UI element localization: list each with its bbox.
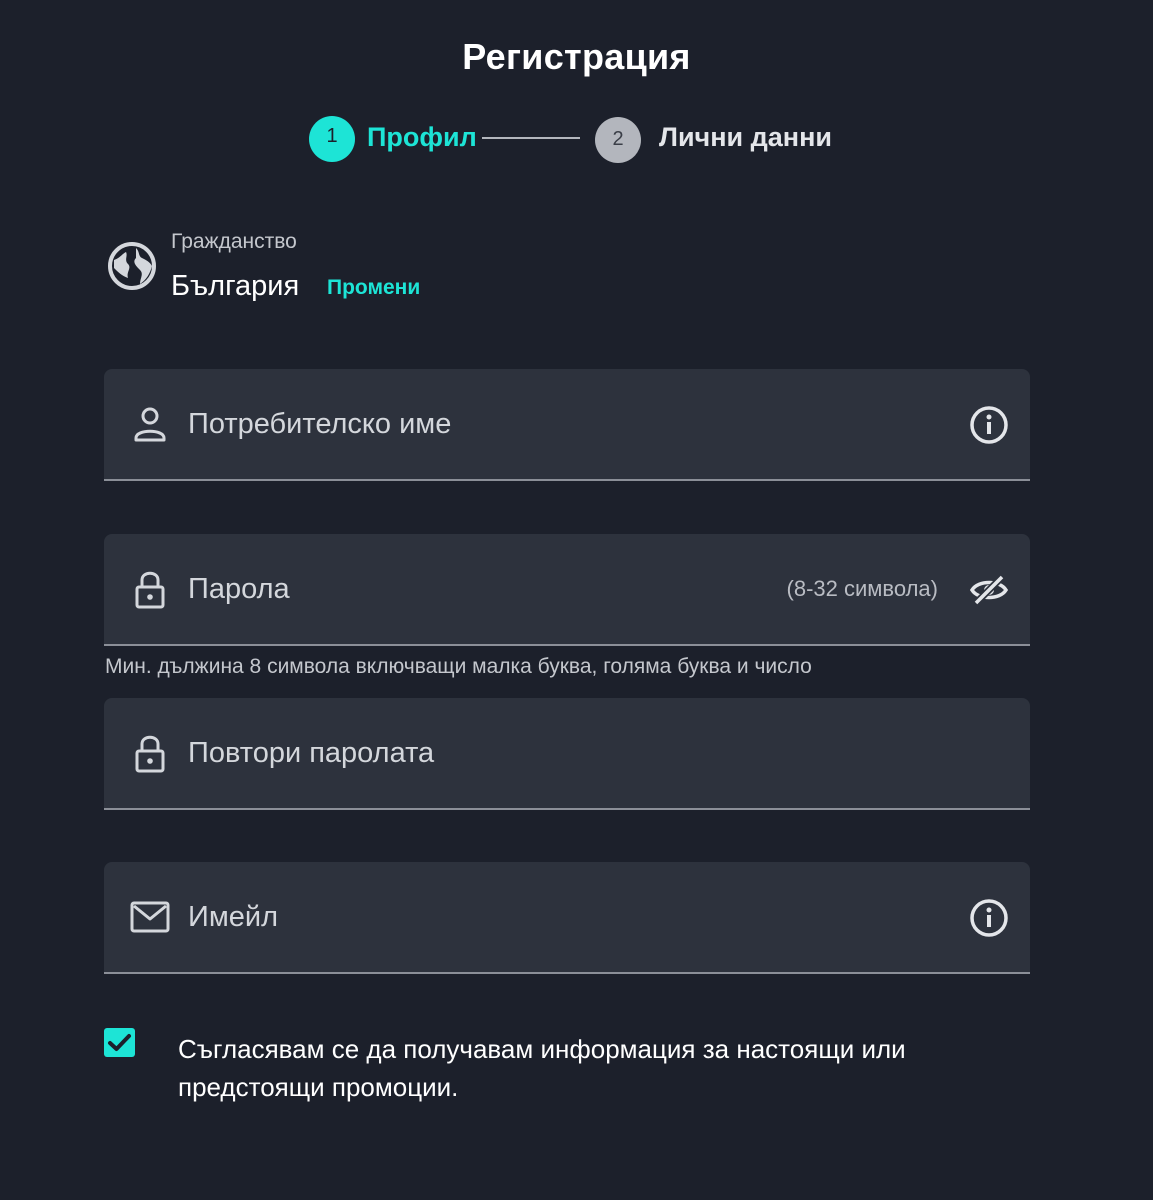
- promotions-consent-text: Съгласявам се да получавам информация за…: [178, 1034, 906, 1102]
- checkmark-icon: [108, 1034, 131, 1051]
- password-input[interactable]: [188, 534, 838, 644]
- step-1-label: Профил: [367, 122, 477, 152]
- email-input[interactable]: [188, 862, 838, 972]
- mail-icon: [130, 901, 170, 933]
- eye-off-icon[interactable]: [968, 569, 1010, 611]
- password-length-hint: (8-32 символа): [786, 576, 938, 601]
- email-field[interactable]: [104, 862, 1030, 974]
- step-1-indicator: 1: [309, 116, 355, 162]
- info-icon[interactable]: [968, 897, 1010, 939]
- registration-stepper: 1 Профил 2 Лични данни: [0, 116, 1153, 166]
- lock-icon: [135, 571, 165, 609]
- globe-icon: [108, 242, 156, 290]
- step-2-indicator: 2: [595, 117, 641, 163]
- username-field[interactable]: [104, 369, 1030, 481]
- username-input[interactable]: [188, 369, 838, 479]
- lock-icon: [135, 735, 165, 773]
- step-2-label: Лични данни: [659, 122, 832, 152]
- password-helper-text: Мин. дължина 8 символа включващи малка б…: [105, 655, 812, 678]
- info-icon[interactable]: [968, 404, 1010, 446]
- citizenship-label: Гражданство: [171, 230, 297, 253]
- user-icon: [134, 407, 166, 442]
- change-citizenship-link[interactable]: Промени: [327, 276, 420, 300]
- repeat-password-input[interactable]: [188, 698, 838, 808]
- promotions-consent-checkbox[interactable]: [104, 1028, 135, 1057]
- step-connector-line: [482, 137, 580, 139]
- password-field[interactable]: (8-32 символа): [104, 534, 1030, 646]
- citizenship-value: България: [171, 270, 300, 302]
- citizenship-section: Гражданство България Промени: [106, 228, 606, 308]
- page-title: Регистрация: [462, 36, 691, 77]
- repeat-password-field[interactable]: [104, 698, 1030, 810]
